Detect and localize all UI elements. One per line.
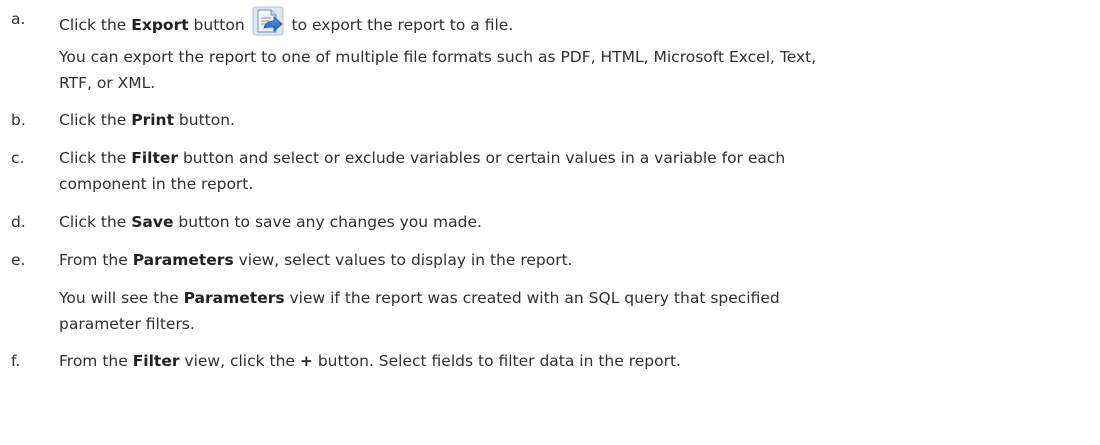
note-line: You can export the report to one of mult… [59, 48, 817, 66]
step-text-pre: Click the [59, 16, 132, 34]
step-text-pre: From the [59, 352, 133, 370]
step-text: Click the Print button. [59, 107, 1089, 133]
note-text-pre: You will see the [59, 289, 184, 307]
step-text: From the Filter view, click the + button… [59, 348, 1089, 374]
filter-label: Filter [131, 149, 179, 167]
parameters-label: Parameters [183, 289, 285, 307]
step-text-post: view, select values to display in the re… [233, 251, 573, 269]
step-text-post: button to save any changes you made. [173, 213, 482, 231]
step-text: From the Parameters view, select values … [59, 247, 1089, 273]
step-marker: d. [11, 213, 26, 231]
step-text-pre: Click the [59, 149, 132, 167]
step-marker: e. [11, 251, 26, 269]
step-e-note: You will see the Parameters view if the … [59, 285, 1089, 337]
step-text-post: button. Select fields to filter data in … [312, 352, 681, 370]
step-text-post: button and select or exclude variables o… [178, 149, 786, 167]
filter-label: Filter [132, 352, 180, 370]
parameters-label: Parameters [132, 251, 234, 269]
step-text: Click the Save button to save any change… [59, 209, 1089, 235]
step-text-pre: From the [59, 251, 133, 269]
step-a-note: You can export the report to one of mult… [59, 44, 1089, 96]
step-text-post: to export the report to a file. [286, 16, 514, 34]
step-text-post: button. [174, 111, 235, 129]
note-text-post: view if the report was created with an S… [284, 289, 780, 307]
document: a. Click the Export button to export the… [0, 0, 1100, 445]
step-marker: a. [11, 10, 26, 28]
step-text-pre: Click the [59, 213, 132, 231]
step-text-pre: Click the [59, 111, 132, 129]
note-line: parameter filters. [59, 315, 195, 333]
step-text: Click the Export button to export the re… [59, 6, 1089, 36]
plus-label: + [299, 352, 313, 370]
print-label: Print [131, 111, 174, 129]
step-text: Click the Filter button and select or ex… [59, 145, 1089, 197]
export-icon [252, 6, 284, 36]
step-marker: b. [11, 111, 26, 129]
step-text-mid: view, click the [179, 352, 300, 370]
step-text-line2: component in the report. [59, 175, 254, 193]
step-text-mid: button [188, 16, 245, 34]
note-line: RTF, or XML. [59, 74, 156, 92]
step-marker: f. [11, 352, 21, 370]
step-marker: c. [11, 149, 25, 167]
save-label: Save [131, 213, 174, 231]
export-label: Export [131, 16, 189, 34]
